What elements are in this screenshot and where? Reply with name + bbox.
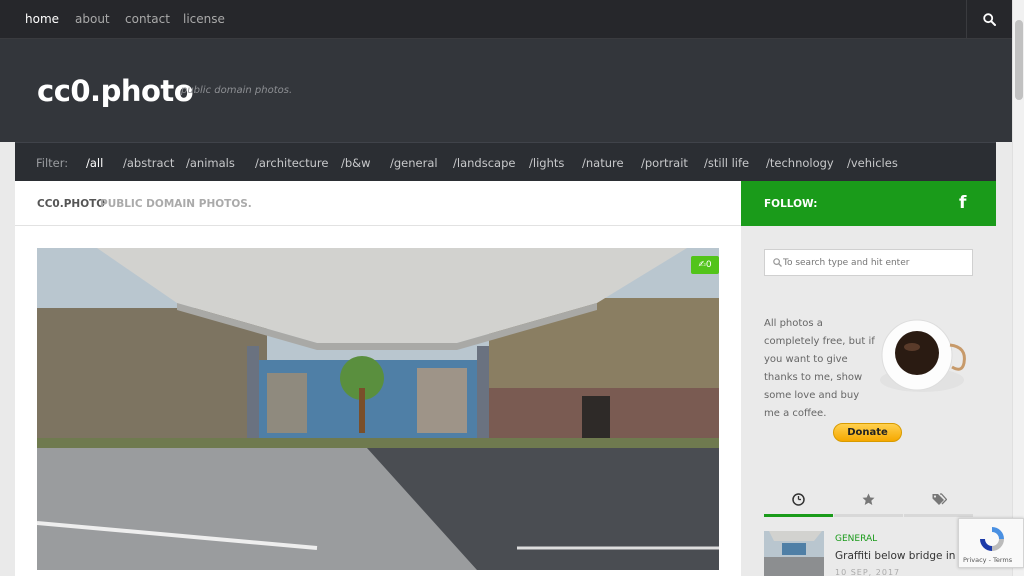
search-input[interactable] [783,254,968,272]
filter-label: Filter: [36,156,69,170]
comment-count: 0 [705,260,712,270]
coffee-cup-image [872,315,972,404]
donate-button[interactable]: Donate [833,423,902,442]
comment-count-badge[interactable]: ✍0 [691,256,719,274]
tab-popular[interactable] [834,485,903,517]
filter-still-life[interactable]: /still life [704,156,749,170]
recaptcha-badge[interactable]: Privacy - Terms [958,518,1024,568]
follow-label: FOLLOW: [764,198,818,210]
recent-post-date: 10 SEP, 2017 [835,568,901,576]
coffee-text: All photos a completely free, but if you… [764,318,875,419]
filter-lights[interactable]: /lights [529,156,564,170]
filter-nature[interactable]: /nature [582,156,624,170]
tab-tags[interactable] [904,485,973,517]
search-icon [773,258,782,267]
scrollbar-thumb[interactable] [1015,20,1023,100]
clock-icon [792,493,805,506]
facebook-icon[interactable]: f [959,193,966,213]
filter-all[interactable]: /all [86,156,103,170]
page-scrollbar[interactable] [1012,0,1024,576]
search-icon [983,13,996,26]
heading-site: CC0.PHOTO [37,198,106,210]
filter-architecture[interactable]: /architecture [255,156,328,170]
filter-bw[interactable]: /b&w [341,156,371,170]
filter-general[interactable]: /general [390,156,438,170]
tags-icon [932,493,947,505]
sidebar-search[interactable] [764,249,973,276]
search-button[interactable] [966,0,1012,39]
star-icon [862,493,875,505]
top-nav: home about contact license [0,0,1012,39]
recent-post-thumbnail[interactable] [764,531,824,576]
filter-abstract[interactable]: /abstract [123,156,174,170]
featured-photo[interactable] [37,248,719,570]
site-header: cc0.photo public domain photos. [0,39,1012,142]
page-heading: CC0.PHOTO PUBLIC DOMAIN PHOTOS. [15,181,741,226]
site-description: public domain photos. [181,85,293,96]
filter-bar: Filter: /all /abstract /animals /archite… [15,142,996,181]
filter-technology[interactable]: /technology [766,156,834,170]
filter-animals[interactable]: /animals [186,156,235,170]
sidebar-tabs [764,485,973,517]
main-content [15,226,741,576]
nav-contact[interactable]: contact [125,12,170,26]
comment-icon: ✍ [698,260,706,270]
filter-vehicles[interactable]: /vehicles [847,156,898,170]
site-title[interactable]: cc0.photo [37,74,194,108]
nav-about[interactable]: about [75,12,110,26]
recaptcha-icon [980,527,1004,551]
tab-recent[interactable] [764,485,833,517]
heading-tagline: PUBLIC DOMAIN PHOTOS. [100,198,252,210]
nav-home[interactable]: home [25,12,59,26]
recaptcha-links[interactable]: Privacy - Terms [963,556,1012,564]
follow-bar: FOLLOW: f [741,181,996,226]
nav-license[interactable]: license [183,12,225,26]
filter-portrait[interactable]: /portrait [641,156,688,170]
filter-landscape[interactable]: /landscape [453,156,515,170]
recent-post-category[interactable]: GENERAL [835,534,877,544]
